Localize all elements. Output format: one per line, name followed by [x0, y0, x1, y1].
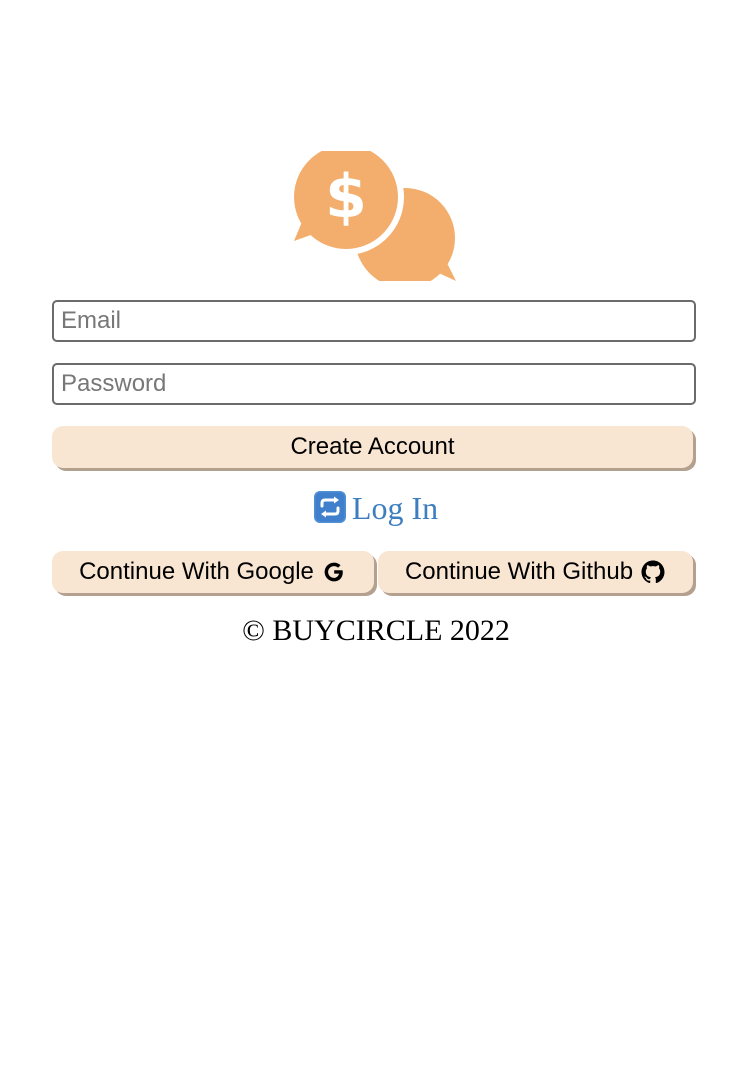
password-field[interactable] — [52, 363, 696, 405]
chat-bubbles-dollar-icon: $ — [292, 151, 456, 281]
create-account-button[interactable]: Create Account — [52, 426, 693, 468]
login-label: Log In — [351, 490, 439, 526]
email-field[interactable] — [52, 300, 696, 342]
login-link[interactable]: Log In — [0, 490, 752, 527]
github-button-label: Continue With Github — [404, 558, 634, 585]
google-button-label: Continue With Google — [79, 558, 314, 585]
copyright-footer: © BUYCIRCLE 2022 — [242, 614, 510, 647]
repeat-arrows-icon — [313, 491, 346, 523]
continue-with-github-button[interactable]: Continue With Github — [378, 551, 693, 593]
google-icon — [324, 562, 343, 582]
create-account-label: Create Account — [290, 433, 455, 460]
continue-with-google-button[interactable]: Continue With Google — [52, 551, 374, 593]
svg-text:$: $ — [325, 162, 367, 232]
github-icon — [641, 560, 665, 584]
